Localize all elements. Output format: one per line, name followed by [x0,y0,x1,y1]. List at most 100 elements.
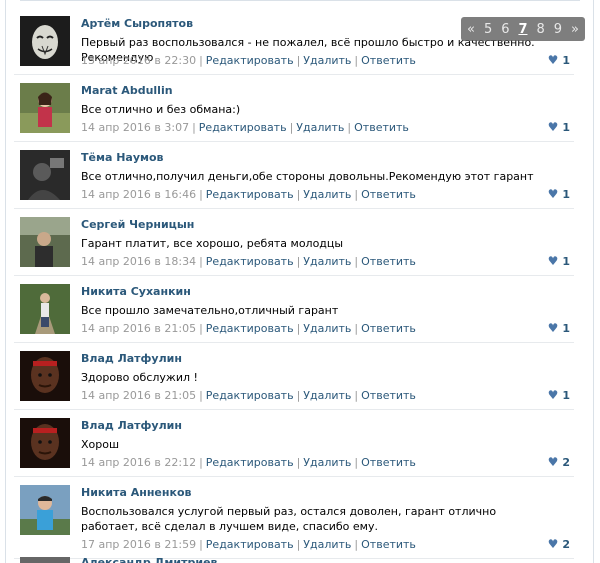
comment-meta: 14 апр 2016 в 3:07 | Редактировать | Удалить… [81,121,409,134]
page-link-5[interactable]: 5 [484,22,492,37]
author-link[interactable]: Влад Латфулин [81,352,182,365]
reply-link[interactable]: Ответить [361,188,416,201]
author-link[interactable]: Marat Abdullin [81,84,173,97]
reply-link[interactable]: Ответить [361,456,416,469]
comment-meta: 14 апр 2016 в 21:05 | Редактировать | Удалит… [81,322,416,335]
like-button[interactable]: ♥ 1 [548,389,570,402]
pager-next-icon[interactable]: » [571,22,579,37]
separator: | [289,121,294,134]
edit-link[interactable]: Редактировать [206,255,294,268]
page-link-9[interactable]: 9 [554,22,562,37]
comment-date[interactable]: 14 апр 2016 в 18:34 [81,255,196,268]
heart-icon: ♥ [547,455,559,469]
comment-meta: 14 апр 2016 в 18:34 | Редактировать | Удалит… [81,255,416,268]
delete-link[interactable]: Удалить [303,188,351,201]
delete-link[interactable]: Удалить [303,54,351,67]
like-button[interactable]: ♥ 1 [548,188,570,201]
avatar[interactable] [20,418,70,468]
author-link[interactable]: Сергей Черницын [81,218,194,231]
separator: | [354,538,359,551]
avatar[interactable] [20,557,70,563]
like-count: 1 [562,322,570,335]
reply-link[interactable]: Ответить [361,538,416,551]
delete-link[interactable]: Удалить [303,322,351,335]
separator: | [354,322,359,335]
heart-icon: ♥ [547,321,559,335]
like-count: 2 [562,456,570,469]
author-link[interactable]: Артём Сыропятов [81,17,193,30]
comment-item: Marat Abdullin Все отлично и без обмана:… [14,75,574,142]
heart-icon: ♥ [547,120,559,134]
comment-item: Влад Латфулин Хорош 14 апр 2016 в 22:12 |… [14,410,574,477]
edit-link[interactable]: Редактировать [206,456,294,469]
edit-link[interactable]: Редактировать [206,538,294,551]
edit-link[interactable]: Редактировать [199,121,287,134]
like-button[interactable]: ♥ 2 [548,456,570,469]
like-button[interactable]: ♥ 1 [548,121,570,134]
separator: | [296,456,301,469]
avatar[interactable] [20,83,70,133]
comment-text: Все отлично,получил деньги,обе стороны д… [81,170,534,183]
avatar[interactable] [20,16,70,66]
avatar[interactable] [20,351,70,401]
page-link-6[interactable]: 6 [501,22,509,37]
like-button[interactable]: ♥ 1 [548,255,570,268]
avatar[interactable] [20,485,70,535]
avatar[interactable] [20,150,70,200]
reply-link[interactable]: Ответить [361,322,416,335]
comment-date[interactable]: 14 апр 2016 в 16:46 [81,188,196,201]
comment-date[interactable]: 14 апр 2016 в 22:12 [81,456,196,469]
comment-text: Хорош [81,438,120,451]
reply-link[interactable]: Ответить [361,255,416,268]
comment-date[interactable]: 14 апр 2016 в 21:05 [81,389,196,402]
avatar[interactable] [20,217,70,267]
delete-link[interactable]: Удалить [303,456,351,469]
separator: | [354,188,359,201]
delete-link[interactable]: Удалить [303,389,351,402]
comment-date[interactable]: 17 апр 2016 в 21:59 [81,538,196,551]
comment-date[interactable]: 14 апр 2016 в 3:07 [81,121,189,134]
like-count: 1 [562,54,570,67]
delete-link[interactable]: Удалить [303,538,351,551]
author-link[interactable]: Влад Латфулин [81,419,182,432]
reply-link[interactable]: Ответить [354,121,409,134]
author-link[interactable]: Никита Суханкин [81,285,191,298]
comment-date[interactable]: 14 апр 2016 в 21:05 [81,322,196,335]
like-button[interactable]: ♥ 2 [548,538,570,551]
pager-prev-icon[interactable]: « [467,22,475,37]
edit-link[interactable]: Редактировать [206,322,294,335]
like-button[interactable]: ♥ 1 [548,54,570,67]
edit-link[interactable]: Редактировать [206,389,294,402]
separator: | [296,255,301,268]
edit-link[interactable]: Редактировать [206,188,294,201]
comment-date[interactable]: 13 апр 2016 в 22:30 [81,54,196,67]
avatar[interactable] [20,284,70,334]
comment-list: Артём Сыропятов Первый раз воспользовалс… [14,8,574,559]
comment-meta: 14 апр 2016 в 22:12 | Редактировать | Удалит… [81,456,416,469]
comment-meta: 14 апр 2016 в 16:46 | Редактировать | Удалит… [81,188,416,201]
separator: | [199,456,203,469]
reply-link[interactable]: Ответить [361,389,416,402]
like-count: 1 [562,255,570,268]
separator: | [199,188,203,201]
comment-text: Воспользовался услугой первый раз, остал… [81,505,497,533]
comment-text: Все отлично и без обмана:) [81,103,241,116]
edit-link[interactable]: Редактировать [206,54,294,67]
page-link-8[interactable]: 8 [536,22,544,37]
heart-icon: ♥ [547,537,559,551]
delete-link[interactable]: Удалить [296,121,344,134]
page-current: 7 [518,21,528,37]
comment-text: Все прошло замечательно,отличный гарант [81,304,339,317]
author-link[interactable]: Никита Анненков [81,486,191,499]
heart-icon: ♥ [547,187,559,201]
delete-link[interactable]: Удалить [303,255,351,268]
like-count: 1 [562,389,570,402]
like-button[interactable]: ♥ 1 [548,322,570,335]
author-link[interactable]: Александр Дмитриев [81,556,218,563]
separator: | [199,389,203,402]
like-count: 2 [562,538,570,551]
author-link[interactable]: Тёма Наумов [81,151,164,164]
separator: | [296,188,301,201]
reply-link[interactable]: Ответить [361,54,416,67]
separator: | [296,538,301,551]
